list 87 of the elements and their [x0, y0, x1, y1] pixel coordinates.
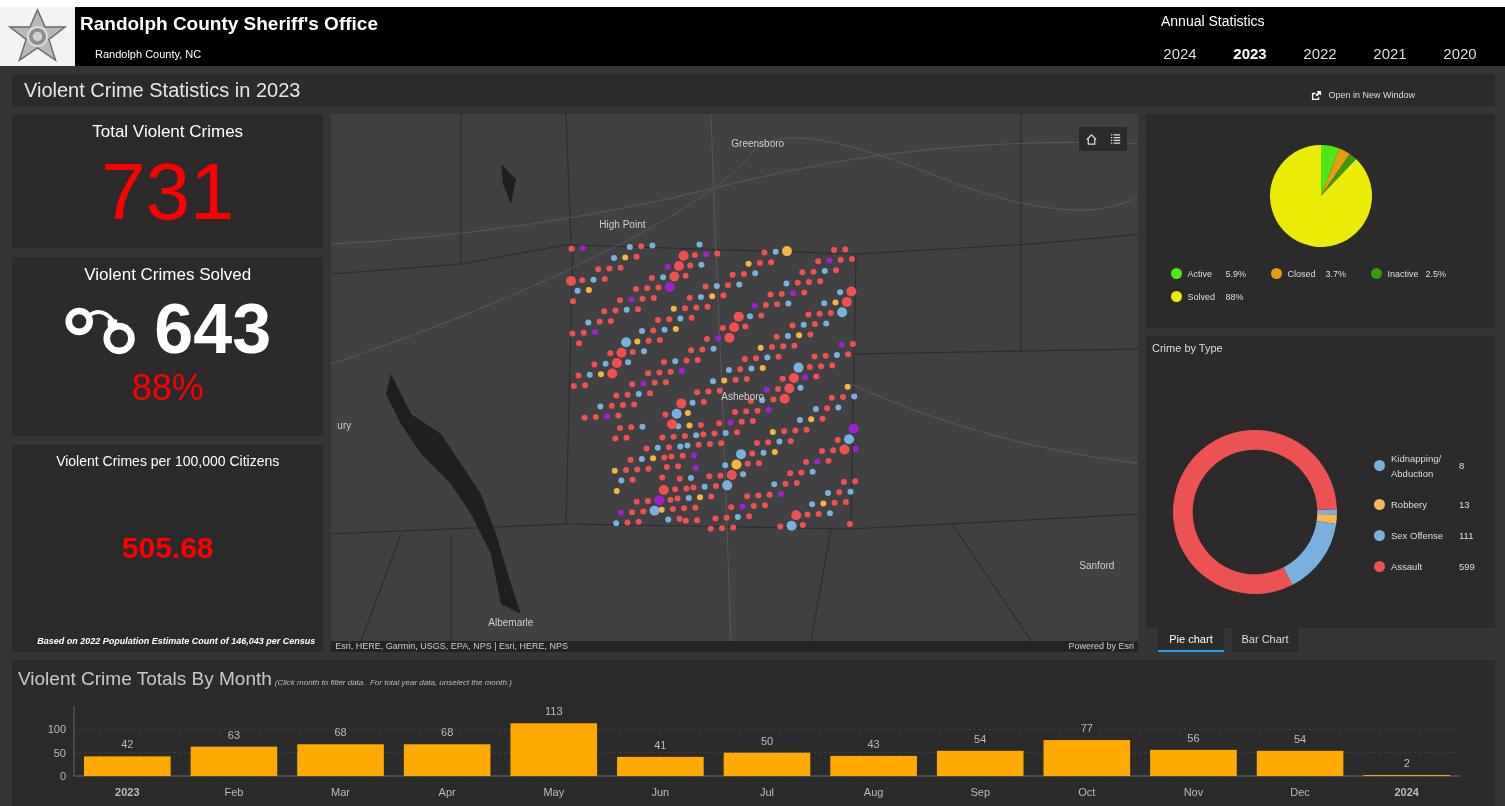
month-bar[interactable] [190, 746, 278, 776]
stat-value: 505.68 [121, 531, 214, 565]
chart-type-tab[interactable]: Bar Chart [1232, 628, 1298, 652]
y-tick-label: 0 [59, 770, 66, 782]
legend-value: 599 [1459, 560, 1476, 572]
bar-value-label: 56 [1187, 731, 1200, 744]
year-tab[interactable]: 2020 [1425, 43, 1495, 70]
legend-value: 3.7% [1325, 268, 1346, 279]
y-tick-label: 50 [53, 746, 66, 759]
legend-value: 88% [1225, 291, 1244, 302]
bar-value-label: 41 [654, 738, 667, 751]
panel-title: Violent Crime Totals By Month [18, 668, 272, 690]
map-place-label: Albemarle [488, 617, 534, 628]
month-bar[interactable] [1256, 750, 1344, 776]
y-tick-label: 100 [47, 723, 66, 736]
month-label[interactable]: Sep [970, 786, 990, 798]
legend-value: 13 [1459, 498, 1471, 510]
stat-value: 731 [100, 148, 235, 236]
list-icon [1108, 132, 1122, 146]
month-label[interactable]: Feb [224, 786, 244, 798]
map[interactable]: Greensboro High Point Asheboro ury Sanford Albemarle Esri, HERE, Garmin, USGS, EPA, NPS | Esri, HERE, NPS Powered by Esri [331, 114, 1138, 652]
stat-title: Violent Crimes per 100,000 Citizens [56, 453, 280, 469]
month-label[interactable]: Aug [863, 786, 884, 798]
month-bar[interactable] [617, 756, 704, 776]
month-label[interactable]: Mar [331, 786, 350, 798]
bar-value-label: 50 [760, 734, 774, 747]
stat-title: Violent Crimes Solved [84, 265, 252, 285]
legend-value: 2.5% [1425, 268, 1446, 279]
legend-value: 111 [1459, 529, 1475, 541]
agency-subtitle: Randolph County, NC [95, 48, 203, 60]
bar-value-label: 68 [441, 726, 454, 739]
legend-label: Solved [1187, 291, 1217, 302]
panel-hint: (Click month to filter data. For total year data, unselect the month.) [274, 678, 512, 687]
legend-label: Closed [1287, 268, 1317, 279]
home-icon [1084, 132, 1098, 146]
month-label[interactable]: Jun [651, 786, 670, 798]
year-tab[interactable]: 2024 [1145, 43, 1215, 70]
legend-value: 8 [1459, 460, 1466, 471]
chart-title: Crime by Type [1152, 342, 1224, 354]
map-place-label: ury [337, 420, 352, 431]
month-bar[interactable] [1150, 749, 1237, 776]
bar-value-label: 2 [1403, 757, 1410, 770]
month-label[interactable]: 2023 [115, 786, 140, 798]
bar-value-label: 77 [1080, 722, 1093, 735]
month-label[interactable]: Nov [1183, 786, 1204, 798]
bar-value-label: 42 [121, 738, 134, 751]
year-tab[interactable]: 2022 [1285, 43, 1355, 70]
external-link-icon [1311, 89, 1323, 101]
agency-title: Randolph County Sheriff's Office [80, 13, 378, 35]
stat-value: 643 [154, 291, 272, 367]
month-label[interactable]: Jul [759, 786, 775, 798]
map-place-label: Asheboro [721, 391, 765, 402]
footnote: Based on 2022 Population Estimate Count of 146,043 per Census [37, 636, 317, 646]
month-bar[interactable] [723, 752, 811, 776]
chart-type-tab[interactable]: Pie chart [1158, 628, 1224, 652]
legend-value: 5.9% [1225, 268, 1246, 279]
bar-value-label: 68 [334, 726, 347, 739]
star-badge-icon [0, 7, 75, 66]
month-label[interactable]: 2024 [1394, 786, 1419, 798]
month-label[interactable]: May [543, 786, 565, 798]
month-label[interactable]: Oct [1078, 786, 1096, 798]
map-place-label: Greensboro [731, 138, 785, 149]
legend-label: Kidnapping/ Abduction [1391, 451, 1443, 481]
legend-label: Robbery [1391, 497, 1428, 512]
month-label[interactable]: Dec [1290, 786, 1310, 798]
map-place-label: Sanford [1079, 560, 1115, 571]
stat-title: Total Violent Crimes [92, 122, 244, 142]
annual-statistics-label: Annual Statistics [1161, 13, 1265, 29]
legend-label: Sex Offense [1391, 528, 1445, 543]
map-attribution: Esri, HERE, Garmin, USGS, EPA, NPS | Esri, HERE, NPS [335, 641, 569, 652]
page-title: Violent Crime Statistics in 2023 [24, 78, 301, 102]
bar-value-label: 43 [867, 737, 880, 750]
stat-percent: 88% [131, 367, 204, 409]
bar-value-label: 54 [1293, 732, 1307, 745]
legend-label: Inactive [1387, 268, 1420, 279]
map-place-label: High Point [599, 219, 646, 230]
bar-value-label: 54 [974, 732, 987, 745]
powered-by-label: Powered by Esri [1068, 641, 1134, 652]
month-label[interactable]: Apr [438, 786, 456, 798]
legend-label: Active [1187, 268, 1213, 279]
legend-label: Assault [1391, 559, 1424, 574]
month-bar[interactable] [830, 755, 917, 776]
open-new-window-link[interactable]: Open in New Window [1311, 89, 1415, 101]
year-tab[interactable]: 2021 [1355, 43, 1425, 70]
month-bar[interactable] [936, 750, 1024, 776]
bar-value-label: 63 [227, 728, 241, 741]
bar-value-label: 113 [545, 705, 563, 718]
